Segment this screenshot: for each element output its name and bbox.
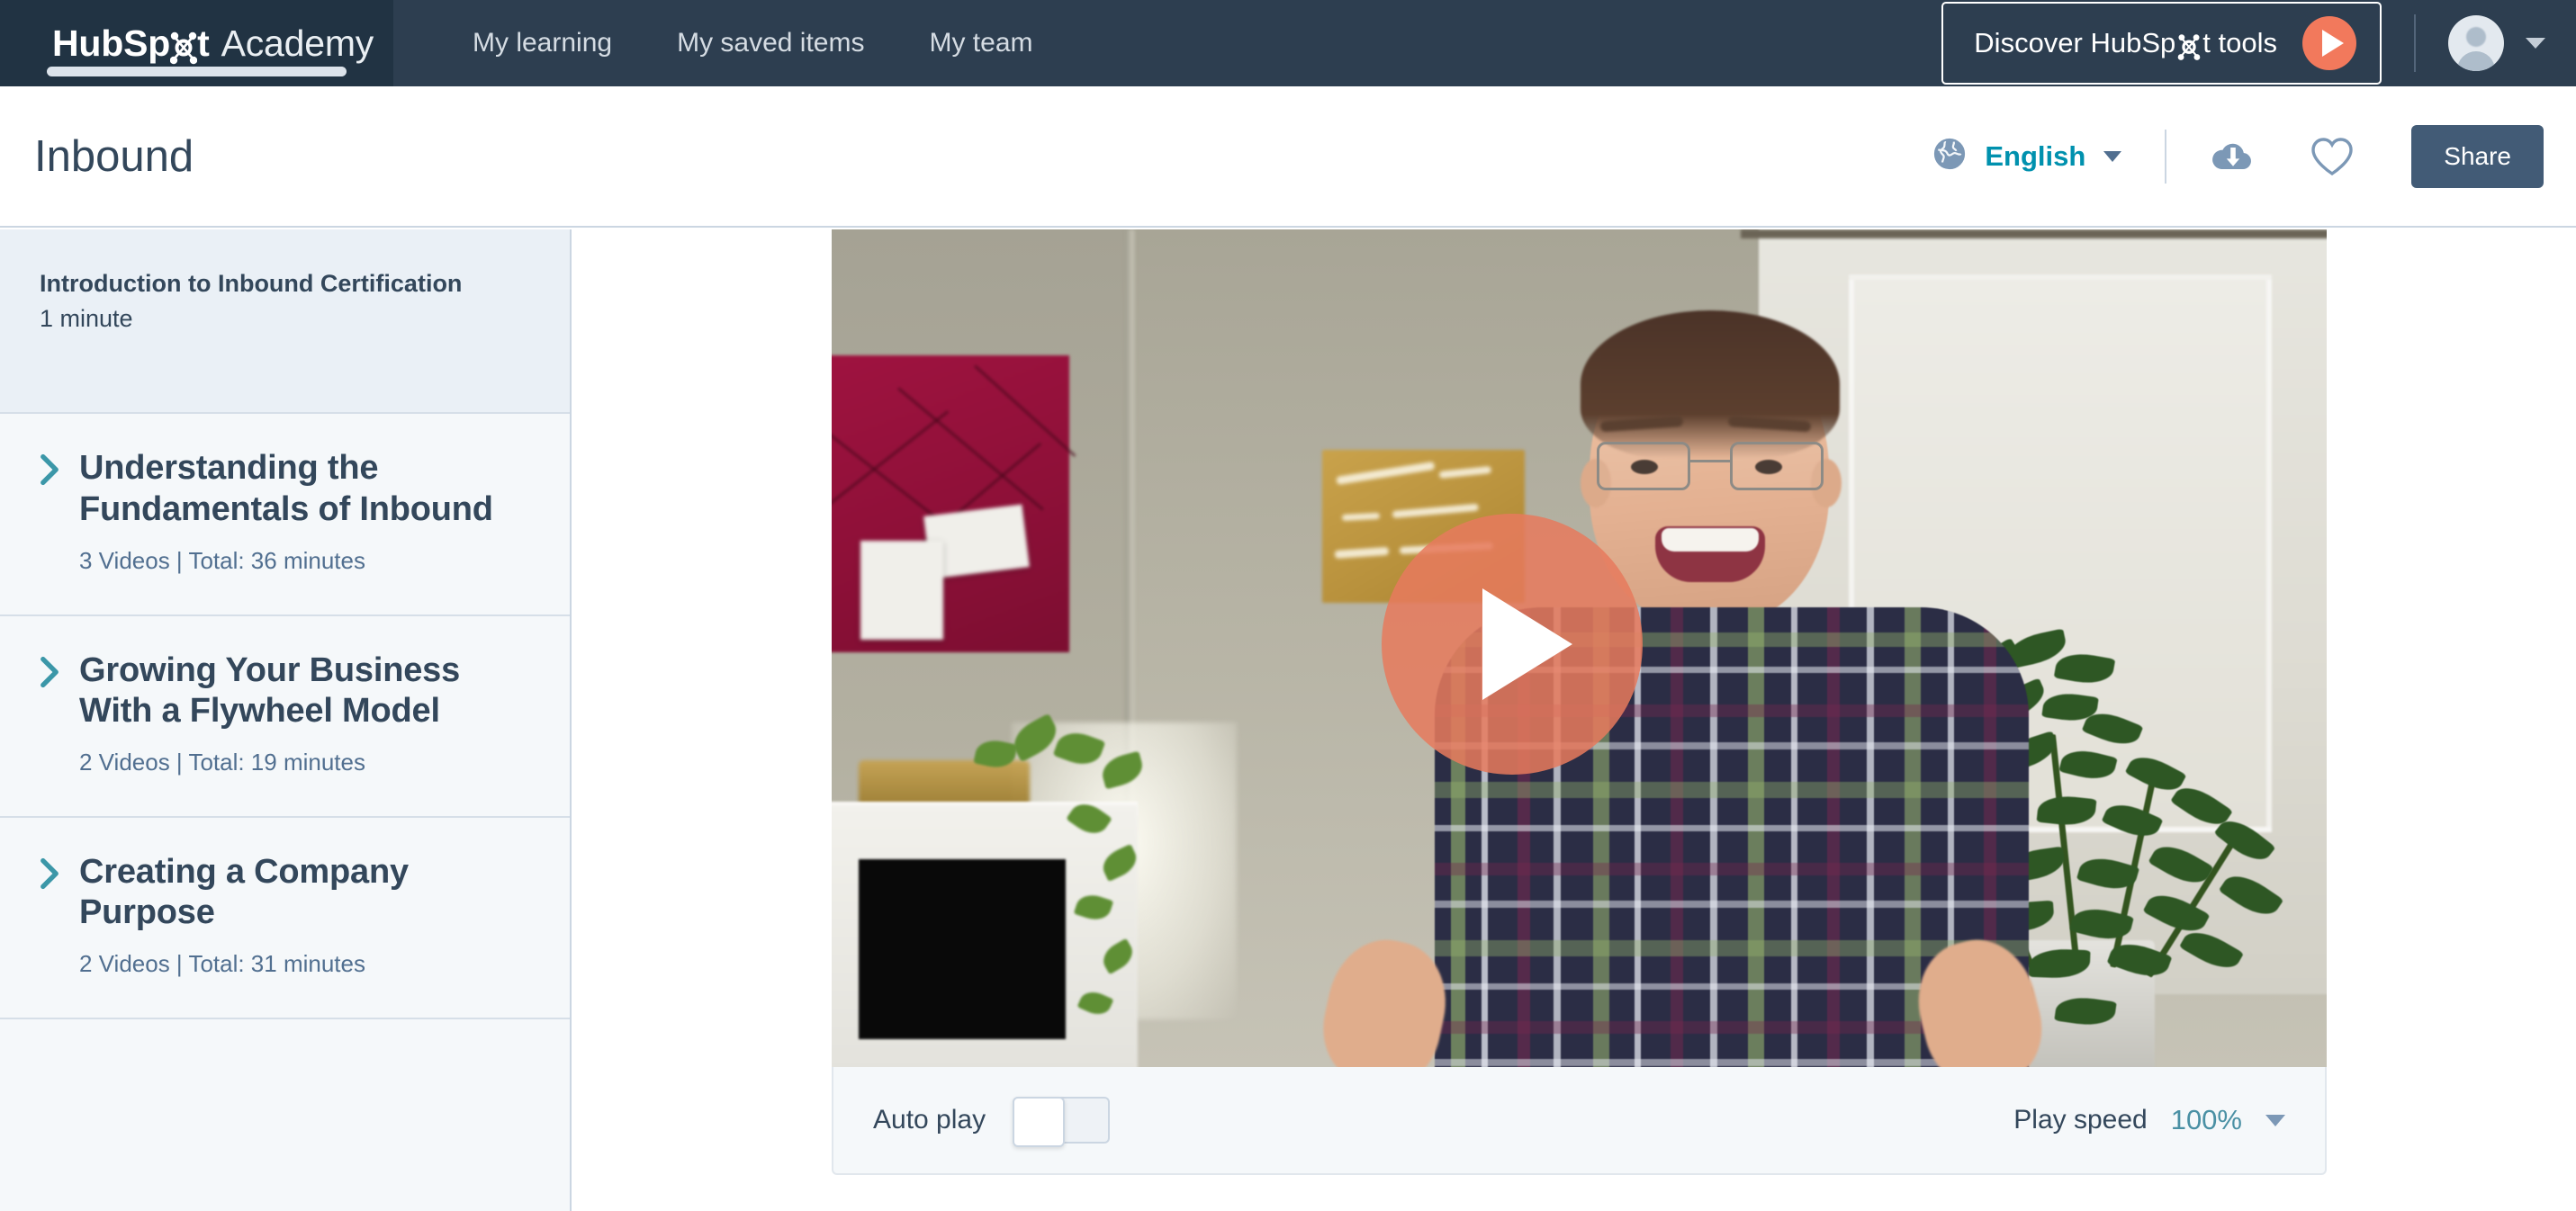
play-speed-label: Play speed <box>2013 1105 2148 1135</box>
nav-my-team[interactable]: My team <box>896 28 1065 58</box>
discover-hubspot-tools-button[interactable]: Discover HubSp t tools <box>1941 2 2382 85</box>
chevron-down-icon <box>2103 150 2122 162</box>
section-title: Understanding the Fundamentals of Inboun… <box>79 449 493 529</box>
course-sidebar[interactable]: Introduction to Inbound Certification 1 … <box>0 229 572 1211</box>
player-controls-bar: Auto play Play speed 100% <box>832 1067 2327 1175</box>
section-meta: 3 Videos | Total: 36 minutes <box>79 546 365 574</box>
discover-label-prefix: Discover HubSp <box>1974 27 2176 58</box>
play-icon[interactable] <box>1381 513 1643 775</box>
video-scene-tv <box>859 859 1066 1039</box>
primary-nav-items: My learning My saved items My team <box>393 0 1066 86</box>
current-lesson-title: Introduction to Inbound Certification <box>40 270 463 297</box>
cloud-download-icon[interactable] <box>2210 137 2256 176</box>
nav-divider <box>2414 14 2416 72</box>
sidebar-item-growing-your-business[interactable]: Growing Your Business With a Flywheel Mo… <box>0 616 570 818</box>
page-title: Inbound <box>34 131 194 181</box>
autoplay-label: Auto play <box>873 1105 986 1135</box>
discover-button-label: Discover HubSp t tools <box>1974 27 2277 60</box>
section-meta: 2 Videos | Total: 19 minutes <box>79 748 365 776</box>
video-scene-door-rail <box>1741 229 2327 238</box>
autoplay-control: Auto play <box>873 1097 1111 1147</box>
avatar-body <box>2457 51 2495 71</box>
presenter-glasses <box>1593 442 1829 494</box>
avatar[interactable] <box>2448 15 2504 71</box>
chevron-down-icon[interactable] <box>2526 38 2545 49</box>
presenter-hair <box>1581 310 1840 459</box>
current-lesson-duration: 1 minute <box>40 305 133 333</box>
sidebar-item-creating-company-purpose[interactable]: Creating a Company Purpose 2 Videos | To… <box>0 818 570 1019</box>
subheader-actions: English Share <box>1932 124 2576 188</box>
language-selector[interactable]: English <box>1932 137 2122 175</box>
presenter-teeth <box>1662 528 1759 552</box>
play-icon <box>2302 16 2356 70</box>
play-triangle <box>1482 588 1572 700</box>
sidebar-item-understanding-fundamentals[interactable]: Understanding the Fundamentals of Inboun… <box>0 414 570 616</box>
globe-icon <box>1932 137 1967 175</box>
heart-icon[interactable] <box>2309 135 2355 178</box>
section-title: Growing Your Business With a Flywheel Mo… <box>79 650 461 731</box>
discover-label-tail: t tools <box>2202 27 2277 58</box>
nav-right-cluster: Discover HubSp t tools <box>1941 0 2576 86</box>
sidebar-item-next-section[interactable] <box>0 1019 570 1127</box>
language-label: English <box>1985 139 2086 172</box>
nav-my-saved-items[interactable]: My saved items <box>644 28 896 58</box>
video-player[interactable] <box>832 229 2327 1067</box>
autoplay-toggle[interactable] <box>1013 1097 1111 1147</box>
logo-brand-tail: t <box>197 22 210 64</box>
logo-brand-text: HubSp <box>52 22 171 64</box>
video-scene-gold-letters <box>859 760 1030 807</box>
section-title: Creating a Company Purpose <box>79 852 409 932</box>
autoplay-toggle-knob <box>1013 1097 1066 1147</box>
page-subheader: Inbound English Share <box>0 86 2576 228</box>
avatar-head <box>2466 27 2486 47</box>
section-meta: 2 Videos | Total: 31 minutes <box>79 950 365 977</box>
subheader-divider <box>2165 129 2167 184</box>
nav-my-learning[interactable]: My learning <box>440 28 644 58</box>
chevron-right-icon <box>40 453 70 486</box>
chevron-right-icon <box>40 656 70 688</box>
play-speed-control: Play speed 100% <box>2013 1104 2285 1136</box>
chevron-down-icon[interactable] <box>2265 1114 2285 1126</box>
logo-block[interactable]: HubSp t Academy <box>0 0 393 86</box>
logo-suffix: Academy <box>221 22 374 64</box>
video-scene-pinboard <box>832 355 1076 652</box>
top-navigation-bar: HubSp t Academy My learning My saved ite… <box>0 0 2576 86</box>
chevron-right-icon <box>40 857 70 890</box>
share-button[interactable]: Share <box>2411 124 2544 188</box>
sidebar-item-current-lesson[interactable]: Introduction to Inbound Certification 1 … <box>0 229 570 415</box>
play-speed-value[interactable]: 100% <box>2171 1104 2242 1136</box>
hubspot-academy-logo: HubSp t Academy <box>52 22 374 65</box>
logo-underline-bar <box>47 67 347 76</box>
